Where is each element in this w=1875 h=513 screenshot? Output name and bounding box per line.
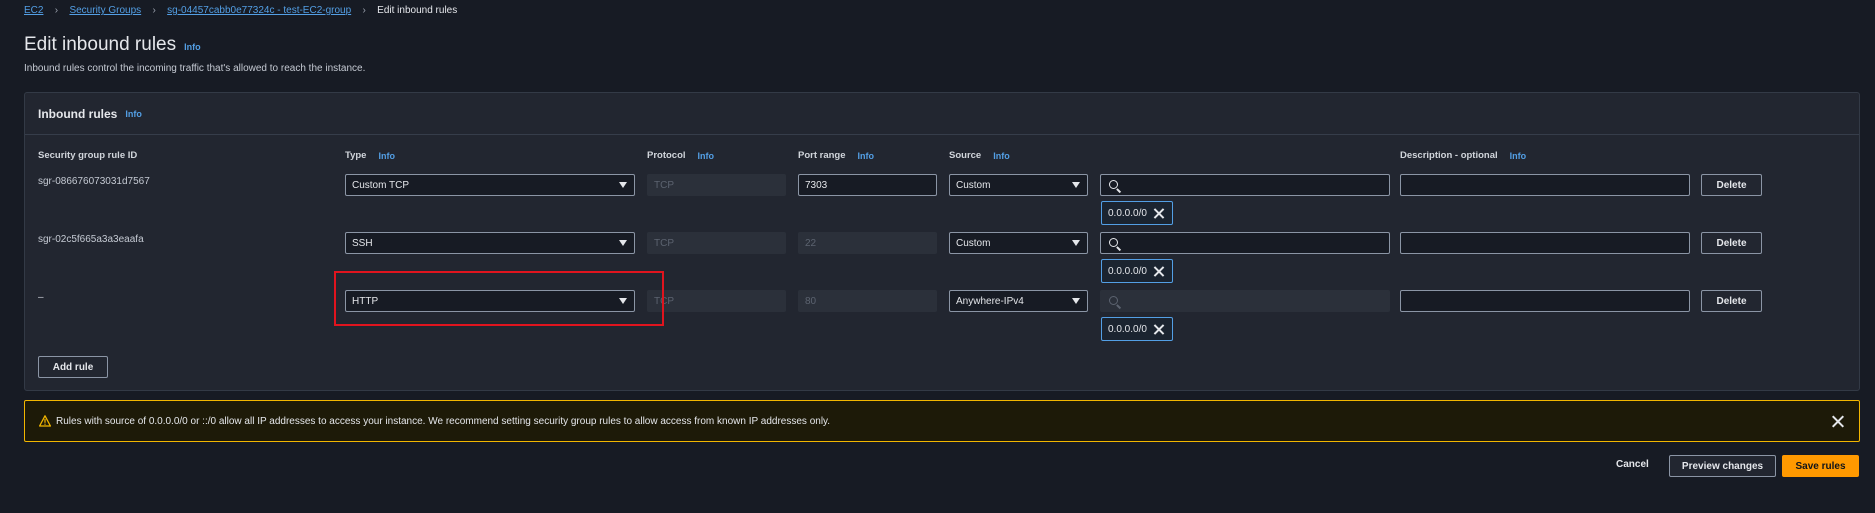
caret-down-icon bbox=[1072, 298, 1080, 304]
inbound-rules-panel: Inbound rules Info Security group rule I… bbox=[24, 92, 1860, 391]
source-select[interactable]: Anywhere-IPv4 bbox=[949, 290, 1088, 312]
cidr-token: 0.0.0.0/0 bbox=[1101, 201, 1173, 225]
type-info-link[interactable]: Info bbox=[378, 151, 395, 161]
source-info-link[interactable]: Info bbox=[993, 151, 1010, 161]
panel-title: Inbound rules bbox=[38, 106, 118, 121]
col-header-description-label: Description - optional bbox=[1400, 150, 1498, 161]
col-header-protocol-label: Protocol bbox=[647, 150, 686, 161]
highlight-box bbox=[334, 271, 664, 326]
cidr-token: 0.0.0.0/0 bbox=[1101, 259, 1173, 283]
col-header-port-range: Port range Info bbox=[798, 150, 874, 161]
add-rule-button[interactable]: Add rule bbox=[38, 356, 108, 378]
description-input[interactable] bbox=[1400, 290, 1690, 312]
search-icon bbox=[1109, 180, 1118, 189]
protocol-info-link[interactable]: Info bbox=[698, 151, 715, 161]
chevron-right-icon: › bbox=[362, 5, 366, 16]
delete-button[interactable]: Delete bbox=[1701, 290, 1762, 312]
caret-down-icon bbox=[1072, 240, 1080, 246]
description-input[interactable] bbox=[1400, 232, 1690, 254]
chevron-right-icon: › bbox=[54, 5, 59, 16]
page-title: Edit inbound rules Info bbox=[24, 34, 201, 56]
protocol-field: TCP bbox=[647, 174, 786, 196]
protocol-field: TCP bbox=[647, 232, 786, 254]
protocol-field: TCP bbox=[647, 290, 786, 312]
cidr-token-label: 0.0.0.0/0 bbox=[1108, 207, 1147, 219]
breadcrumb-security-groups-link[interactable]: Security Groups bbox=[69, 5, 141, 16]
caret-down-icon bbox=[1072, 182, 1080, 188]
breadcrumb-security-group-link[interactable]: sg-04457cabb0e77324c - test-EC2-group bbox=[167, 5, 351, 16]
cidr-search-input[interactable] bbox=[1100, 174, 1390, 196]
search-icon bbox=[1109, 238, 1118, 247]
source-select-value: Anywhere-IPv4 bbox=[956, 295, 1024, 307]
breadcrumb-current: Edit inbound rules bbox=[377, 5, 458, 16]
panel-header: Inbound rules Info bbox=[25, 93, 1859, 135]
rule-id: sgr-086676073031d7567 bbox=[38, 176, 150, 187]
type-select[interactable]: Custom TCP bbox=[345, 174, 635, 196]
delete-button[interactable]: Delete bbox=[1701, 232, 1762, 254]
source-select[interactable]: Custom bbox=[949, 232, 1088, 254]
col-header-rule-id: Security group rule ID bbox=[38, 150, 137, 161]
page-description: Inbound rules control the incoming traff… bbox=[24, 63, 366, 74]
type-select-value: SSH bbox=[352, 237, 373, 249]
cidr-search-input bbox=[1100, 290, 1390, 312]
page-info-link[interactable]: Info bbox=[184, 42, 201, 52]
port-range-field: 22 bbox=[798, 232, 937, 254]
col-header-type: Type Info bbox=[345, 150, 395, 161]
breadcrumb-ec2-link[interactable]: EC2 bbox=[24, 5, 43, 16]
col-header-port-range-label: Port range bbox=[798, 150, 846, 161]
rule-id: sgr-02c5f665a3a3eaafa bbox=[38, 234, 144, 245]
port-range-input[interactable]: 7303 bbox=[798, 174, 937, 196]
cidr-token-label: 0.0.0.0/0 bbox=[1108, 265, 1147, 277]
close-icon[interactable] bbox=[1832, 415, 1845, 428]
breadcrumb: EC2 › Security Groups › sg-04457cabb0e77… bbox=[24, 5, 457, 16]
remove-token-icon[interactable] bbox=[1153, 207, 1165, 219]
caret-down-icon bbox=[619, 240, 627, 246]
col-header-source-label: Source bbox=[949, 150, 982, 161]
col-header-description: Description - optional Info bbox=[1400, 150, 1526, 161]
col-header-source: Source Info bbox=[949, 150, 1010, 161]
panel-info-link[interactable]: Info bbox=[125, 109, 142, 119]
source-select-value: Custom bbox=[956, 237, 991, 249]
page-title-text: Edit inbound rules bbox=[24, 34, 177, 55]
col-header-type-label: Type bbox=[345, 150, 367, 161]
warning-icon bbox=[39, 415, 51, 427]
type-select[interactable]: SSH bbox=[345, 232, 635, 254]
remove-token-icon[interactable] bbox=[1153, 265, 1165, 277]
cidr-search-input[interactable] bbox=[1100, 232, 1390, 254]
source-select[interactable]: Custom bbox=[949, 174, 1088, 196]
port-range-field: 80 bbox=[798, 290, 937, 312]
preview-changes-button[interactable]: Preview changes bbox=[1669, 455, 1776, 477]
save-rules-button[interactable]: Save rules bbox=[1782, 455, 1859, 477]
rule-id: – bbox=[38, 292, 44, 303]
delete-button[interactable]: Delete bbox=[1701, 174, 1762, 196]
cancel-button[interactable]: Cancel bbox=[1616, 459, 1649, 470]
remove-token-icon[interactable] bbox=[1153, 323, 1165, 335]
chevron-right-icon: › bbox=[152, 5, 156, 16]
caret-down-icon bbox=[619, 182, 627, 188]
col-header-protocol: Protocol Info bbox=[647, 150, 714, 161]
port-range-info-link[interactable]: Info bbox=[858, 151, 875, 161]
col-header-rule-id-label: Security group rule ID bbox=[38, 150, 138, 161]
warning-text: Rules with source of 0.0.0.0/0 or ::/0 a… bbox=[56, 416, 831, 427]
search-icon bbox=[1109, 296, 1118, 305]
warning-alert: Rules with source of 0.0.0.0/0 or ::/0 a… bbox=[24, 400, 1860, 442]
cidr-token-label: 0.0.0.0/0 bbox=[1108, 323, 1147, 335]
description-input[interactable] bbox=[1400, 174, 1690, 196]
cidr-token: 0.0.0.0/0 bbox=[1101, 317, 1173, 341]
source-select-value: Custom bbox=[956, 179, 991, 191]
description-info-link[interactable]: Info bbox=[1510, 151, 1527, 161]
type-select-value: Custom TCP bbox=[352, 179, 410, 191]
